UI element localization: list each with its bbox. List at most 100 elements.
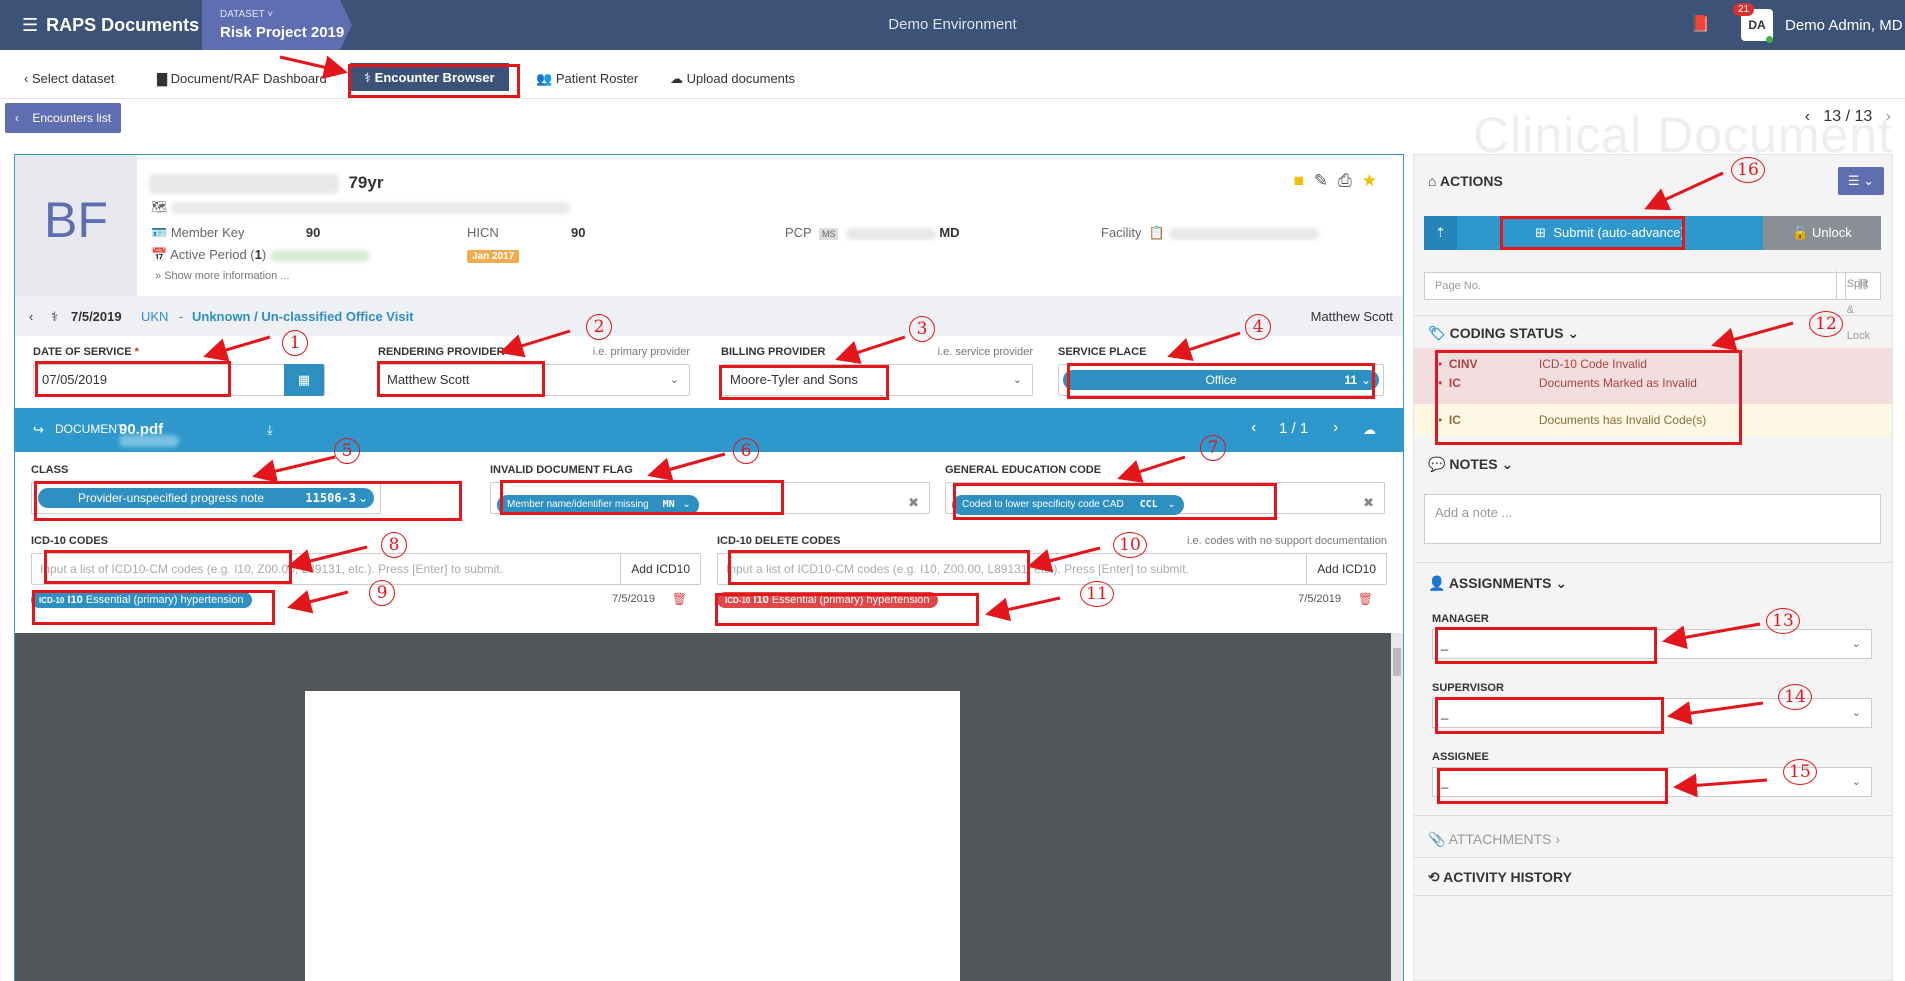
assignments-title[interactable]: 👤 ASSIGNMENTS ⌄ [1428,575,1567,592]
section-title: CODING STATUS [1449,325,1564,341]
field-label: SERVICE PLACE [1058,346,1147,358]
tag-icon: 🏷 [1428,325,1446,341]
coding-status-warnings: • IC Documents has Invalid Code(s) [1414,404,1892,436]
calendar-button[interactable]: ▦ [284,364,324,396]
dataset-selector[interactable]: DATASET ˅ Risk Project 2019 [202,0,352,50]
pill-prefix: ICD-10 [39,596,65,605]
star-icon[interactable]: ★ [1362,171,1387,190]
supervisor-select[interactable]: _ ⌄ [1432,698,1872,728]
prev-encounter-icon[interactable]: ‹ [1805,108,1810,125]
nav-select-dataset[interactable]: ‹ Select dataset [24,71,114,86]
encounter-pager: ‹ 13 / 13 › [1805,108,1891,126]
period-badge-wrap: Jan 2017 [467,247,520,263]
notes-title[interactable]: 💬 NOTES ⌄ [1428,456,1513,473]
visit-provider: Matthew Scott [1310,309,1393,324]
patient-name-redacted [149,173,339,194]
prev-page-icon[interactable]: ‹ [1251,419,1256,437]
divider [1414,315,1892,316]
top-bar: ☰ RAPS Documents DATASET ˅ Risk Project 2… [0,0,1905,50]
visit-type: Unknown / Un-classified Office Visit [192,309,414,324]
nav-encounter-browser[interactable]: ⚕ Encounter Browser [350,63,509,91]
clear-icon[interactable]: ✖ [1363,488,1374,518]
icd-delete-pill[interactable]: ICD-10 I10 Essential (primary) hypertens… [717,592,938,608]
chevron-down-icon: ⌄ [1851,707,1861,719]
divider [1414,562,1892,563]
select-value: _ [1441,774,1449,789]
activity-history-title[interactable]: ⟲ ACTIVITY HISTORY [1428,869,1572,886]
supervisor-label: SUPERVISOR [1432,682,1504,694]
submit-button[interactable]: ⊞ Submit (auto-advance) [1457,216,1763,250]
bars-icon: ☰ ⌄ [1847,173,1875,188]
icd-code-pill[interactable]: ICD-10 I10 Essential (primary) hypertens… [31,592,252,608]
icd-codes-input[interactable]: Input a list of ICD10-CM codes (e.g. I10… [31,553,701,585]
trash-icon[interactable]: 🗑 [672,592,687,606]
download-icon[interactable]: ⤓ [267,422,273,438]
coding-status-title[interactable]: 🏷 CODING STATUS ⌄ [1428,325,1579,342]
document-label: DOCUMENT [55,422,125,436]
user-name[interactable]: Demo Admin, MD [1785,17,1903,34]
pill-code: I10 [67,594,83,606]
show-more-link[interactable]: » Show more information ... [155,270,290,282]
book-icon[interactable]: 📕 [1690,14,1710,34]
button-label: Encounters list [32,111,112,125]
date-of-service-input[interactable]: 07/05/2019 ▦ [33,364,325,396]
nav-upload[interactable]: ☁ Upload documents [670,71,795,87]
manager-select[interactable]: _ ⌄ [1432,629,1872,659]
active-period-count: 1 [254,247,262,262]
calendar-icon: 📅 [151,247,168,262]
billing-provider-field: BILLING PROVIDER i.e. service provider Mo… [721,346,1033,396]
visit-dash: - [179,309,184,324]
class-select[interactable]: Provider-unspecified progress note 11506-… [31,482,381,514]
add-icd10-button[interactable]: Add ICD10 [620,554,700,584]
comment-icon: 💬 [1428,456,1446,472]
chevron-left-icon[interactable]: ‹ [29,309,33,324]
pill-code: I10 [753,594,769,606]
edit-icon[interactable]: ✎ [1314,171,1338,190]
next-page-icon[interactable]: › [1333,419,1338,437]
trash-icon[interactable]: 🗑 [1358,592,1373,606]
nav-dashboard[interactable]: ▇ Document/RAF Dashboard [157,71,327,87]
gec-select[interactable]: Coded to lower specificity code CAD CCL ⌄ ✖ [945,482,1385,515]
clear-icon[interactable]: ✖ [908,488,919,518]
pill-code: 11506-3 [305,491,356,505]
right-panel: ⌂ ACTIONS ☰ ⌄ ⇡ ⊞ Submit (auto-advance) … [1413,154,1893,981]
scroll-thumb[interactable] [1393,648,1401,676]
required-mark: * [134,346,139,358]
attachments-title[interactable]: 📎 ATTACHMENTS › [1428,831,1560,848]
invalid-flag-select[interactable]: Member name/identifier missing MN ⌄ ✖ [490,482,930,515]
note-input[interactable]: Add a note ... [1424,494,1881,544]
assignee-select[interactable]: _ ⌄ [1432,767,1872,797]
pcp-badge: MS [818,228,839,240]
viewer-scrollbar[interactable] [1391,633,1403,981]
chevron-down-icon: ⌄ [1012,374,1022,386]
unlock-button[interactable]: 🔓 Unlock [1763,216,1881,250]
split-lock-button[interactable]: ⛓ Split & Lock [1835,271,1880,342]
rendering-provider-select[interactable]: Matthew Scott ⌄ [378,364,690,396]
dataset-value: Risk Project 2019 [220,24,345,41]
add-icd10-button[interactable]: Add ICD10 [1306,554,1386,584]
status-text: ICD-10 Code Invalid [1538,357,1647,371]
actions-menu-button[interactable]: ☰ ⌄ [1838,167,1884,195]
app-brand[interactable]: ☰ RAPS Documents [22,15,199,36]
document-viewer[interactable] [15,633,1403,981]
print-icon[interactable]: ⎙ [1338,171,1362,190]
icd-codes-field: ICD-10 CODES Input a list of ICD10-CM co… [31,535,701,617]
hicn: HICN 90 [467,225,586,240]
icd-date: 7/5/2019 [612,593,655,605]
paperclip-icon: 📎 [1428,831,1446,847]
icd-delete-input[interactable]: Input a list of ICD10-CM codes (e.g. I10… [717,553,1387,585]
status-code: IC [1448,376,1461,390]
service-place-select[interactable]: Office 11 ⌄ [1058,364,1384,396]
billing-provider-select[interactable]: Moore-Tyler and Sons ⌄ [721,364,1033,396]
page-no-input[interactable]: ⛓ Split & Lock Page No. [1424,271,1881,342]
encounters-list-button[interactable]: ‹ Encounters list [5,103,122,133]
users-icon: 👥 [536,71,556,86]
next-encounter-icon[interactable]: › [1886,108,1891,125]
upload-action-button[interactable]: ⇡ [1424,216,1457,250]
input-placeholder: Add a note ... [1435,505,1513,520]
menu-icon[interactable]: ☰ [22,15,38,36]
nav-patient-roster[interactable]: 👥 Patient Roster [536,71,638,87]
cloud-upload-icon[interactable]: ☁ [1363,422,1376,438]
sticky-note-icon[interactable]: ■ [1294,171,1314,190]
patient-name-row: 79yr [149,173,383,194]
